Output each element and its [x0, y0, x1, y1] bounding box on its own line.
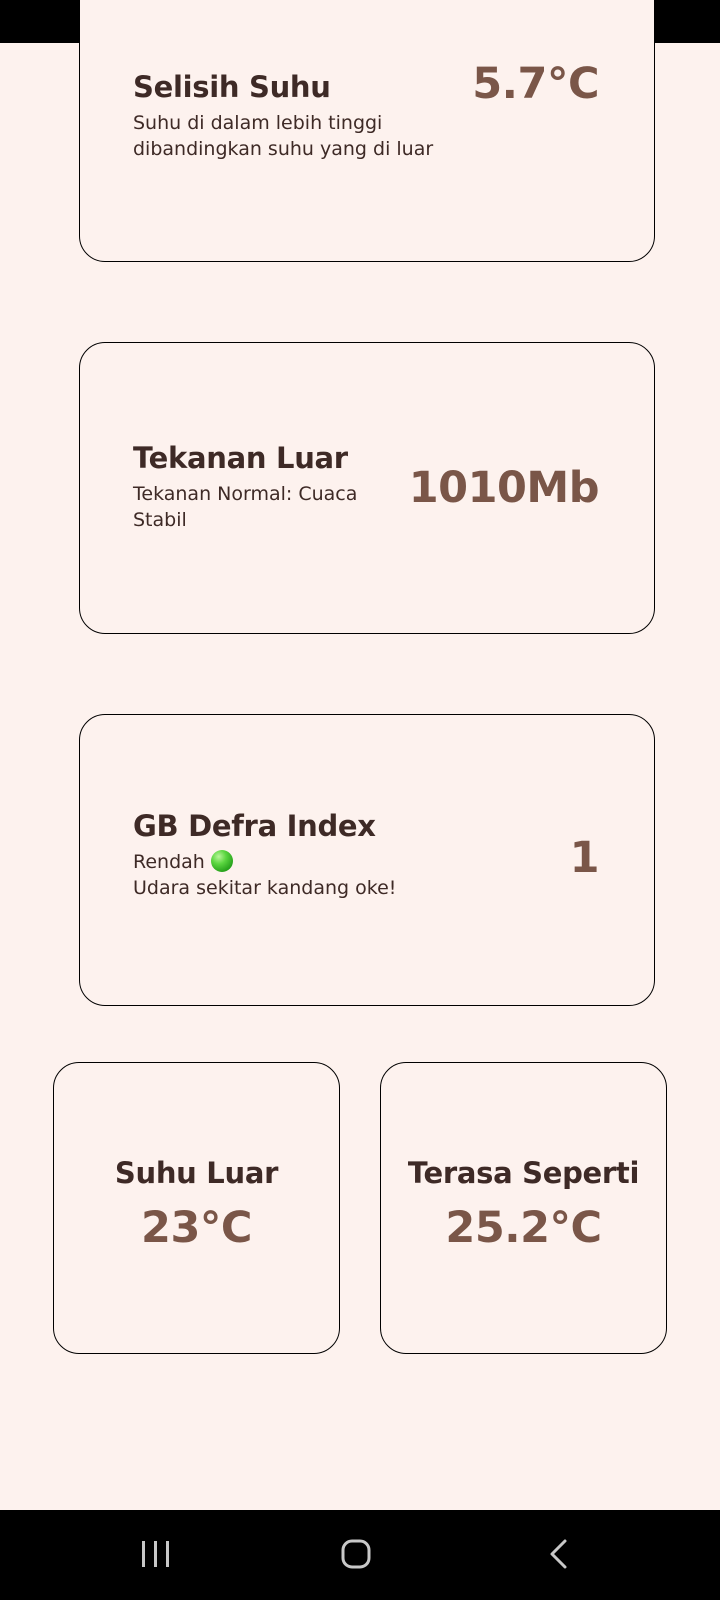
outside-temperature-card[interactable]: Suhu Luar 23°C: [53, 1062, 340, 1354]
feels-like-card[interactable]: Terasa Seperti 25.2°C: [380, 1062, 667, 1354]
outside-pressure-card[interactable]: Tekanan Luar Tekanan Normal: Cuaca Stabi…: [79, 342, 655, 634]
temperature-difference-value: 5.7°C: [472, 59, 599, 109]
back-icon: [550, 1539, 567, 1569]
navigation-bar: [0, 1510, 720, 1600]
defra-level-label: Rendah: [133, 851, 205, 873]
temperature-difference-card[interactable]: Selisih Suhu Suhu di dalam lebih tinggi …: [79, 0, 655, 262]
outside-pressure-value: 1010Mb: [408, 463, 600, 513]
card-title: Terasa Seperti: [407, 1156, 640, 1190]
defra-index-text: GB Defra Index Rendah Udara sekitar kand…: [133, 809, 533, 901]
card-title: Selisih Suhu: [133, 70, 331, 104]
defra-index-value: 1: [569, 833, 600, 883]
recents-icon: [142, 1541, 169, 1567]
card-title: GB Defra Index: [133, 809, 376, 843]
recents-button[interactable]: [115, 1510, 195, 1600]
card-title: Tekanan Luar: [133, 441, 348, 475]
card-description: Suhu di dalam lebih tinggi dibandingkan …: [133, 112, 434, 160]
outside-pressure-text: Tekanan Luar Tekanan Normal: Cuaca Stabi…: [133, 441, 403, 533]
temperature-difference-text: Selisih Suhu Suhu di dalam lebih tinggi …: [133, 70, 493, 162]
defra-level-description: Udara sekitar kandang oke!: [133, 877, 397, 899]
home-icon: [341, 1539, 371, 1569]
card-description: Rendah Udara sekitar kandang oke!: [133, 849, 533, 901]
defra-index-card[interactable]: GB Defra Index Rendah Udara sekitar kand…: [79, 714, 655, 1006]
feels-like-value: 25.2°C: [445, 1203, 602, 1253]
card-title: Suhu Luar: [114, 1156, 279, 1190]
outside-temperature-value: 23°C: [141, 1203, 252, 1253]
green-circle-icon: [210, 850, 233, 872]
home-button[interactable]: [316, 1510, 396, 1600]
card-description: Tekanan Normal: Cuaca Stabil: [133, 483, 358, 531]
back-button[interactable]: [518, 1510, 598, 1600]
